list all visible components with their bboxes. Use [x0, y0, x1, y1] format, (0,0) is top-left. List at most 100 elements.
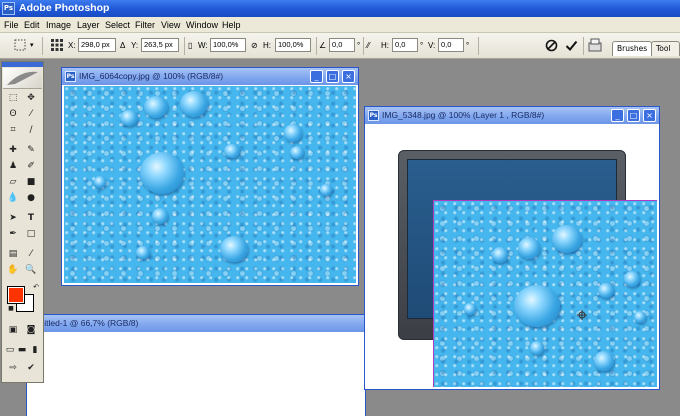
height-scale-field[interactable]: 100,0%: [275, 38, 311, 52]
hand-tool-icon[interactable]: ✋: [6, 264, 20, 277]
shape-tool-icon[interactable]: □: [24, 228, 38, 241]
canvas-image-water-drops[interactable]: [64, 86, 356, 283]
separator: [42, 37, 43, 55]
jump-to-imageready-icon[interactable]: ⇨: [6, 362, 20, 375]
menu-edit[interactable]: Edit: [24, 17, 40, 33]
doc-title-bar[interactable]: Untitled-1 @ 66,7% (RGB/8): [27, 315, 365, 332]
notes-tool-icon[interactable]: ▤: [6, 248, 20, 261]
document-window-img5348: Ps IMG_5348.jpg @ 100% (Layer 1 , RGB/8#…: [364, 106, 660, 390]
water-drop: [530, 341, 544, 355]
gradient-tool-icon[interactable]: ■: [24, 176, 38, 189]
marquee-tool-icon[interactable]: ⬚: [6, 92, 20, 105]
maximize-button[interactable]: □: [326, 70, 339, 83]
water-drop: [464, 303, 476, 315]
degree-symbol: °: [420, 41, 424, 50]
brush-tool-icon[interactable]: ✎: [24, 144, 38, 157]
blur-tool-icon[interactable]: 💧: [6, 192, 20, 205]
doc-title-bar[interactable]: Ps IMG_6064copy.jpg @ 100% (RGB/8#) _ □ …: [62, 68, 358, 85]
skew-icon: ⁄⁄: [367, 41, 370, 50]
width-scale-field[interactable]: 100,0%: [210, 38, 246, 52]
blank-canvas[interactable]: [29, 333, 363, 416]
vertical-skew-field[interactable]: 0,0: [438, 38, 464, 52]
healing-brush-tool-icon[interactable]: ✚: [6, 144, 20, 157]
options-bar: ▾ X: 298,0 px Δ Y: 263,5 px ▯ W: 100,0% …: [0, 33, 680, 59]
degree-symbol: °: [357, 41, 361, 50]
type-tool-icon[interactable]: T: [24, 212, 38, 225]
pen-tool-icon[interactable]: ✒: [6, 228, 20, 241]
water-drop: [598, 283, 614, 298]
water-drop: [518, 237, 540, 259]
minimize-button[interactable]: _: [310, 70, 323, 83]
imageready-icon[interactable]: ✔: [24, 362, 38, 375]
close-button[interactable]: ×: [342, 70, 355, 83]
w-label: W:: [198, 41, 208, 50]
menu-bar: File Edit Image Layer Select Filter View…: [0, 17, 680, 33]
water-drop: [624, 271, 640, 287]
separator: [184, 37, 185, 55]
maximize-button[interactable]: □: [627, 109, 640, 122]
screen-mode-full-menu-icon[interactable]: ▬: [16, 344, 28, 357]
photoshop-logo-icon: Ps: [2, 2, 15, 15]
dodge-tool-icon[interactable]: ●: [24, 192, 38, 205]
menu-window[interactable]: Window: [186, 17, 218, 33]
menu-image[interactable]: Image: [46, 17, 71, 33]
reference-point-icon[interactable]: [51, 39, 63, 51]
menu-layer[interactable]: Layer: [77, 17, 100, 33]
preset-dropdown-arrow[interactable]: ▾: [30, 41, 34, 49]
quick-mask-mode-icon[interactable]: ◙: [24, 324, 38, 337]
lasso-tool-icon[interactable]: ʘ: [6, 108, 20, 121]
water-drop: [224, 144, 240, 158]
separator: [478, 37, 479, 55]
crop-tool-icon[interactable]: ⌗: [6, 124, 20, 137]
separator: [316, 37, 317, 55]
toolbox-grip[interactable]: [2, 62, 43, 67]
link-icon[interactable]: ⊘: [251, 41, 258, 50]
rotate-angle-field[interactable]: 0,0: [329, 38, 355, 52]
standard-mode-icon[interactable]: ▣: [6, 324, 20, 337]
zoom-tool-icon[interactable]: 🔍: [24, 264, 38, 277]
width-scale-icon: ▯: [188, 41, 193, 50]
cancel-transform-icon[interactable]: [545, 39, 558, 52]
menu-filter[interactable]: Filter: [135, 17, 155, 33]
magic-wand-tool-icon[interactable]: ⁄: [24, 108, 38, 121]
water-drop: [290, 146, 304, 159]
water-drop: [514, 285, 560, 327]
menu-select[interactable]: Select: [105, 17, 130, 33]
doc-title-bar[interactable]: Ps IMG_5348.jpg @ 100% (Layer 1 , RGB/8#…: [365, 107, 659, 124]
eraser-tool-icon[interactable]: ▱: [6, 176, 20, 189]
palette-well-icon[interactable]: [588, 37, 602, 53]
horizontal-skew-field[interactable]: 0,0: [392, 38, 418, 52]
slice-tool-icon[interactable]: ∕: [24, 124, 38, 137]
menu-view[interactable]: View: [161, 17, 180, 33]
water-drop: [120, 110, 138, 126]
foreground-color-swatch[interactable]: [7, 286, 25, 304]
move-tool-icon[interactable]: ✥: [24, 92, 38, 105]
menu-file[interactable]: File: [4, 17, 19, 33]
screen-mode-standard-icon[interactable]: ▭: [4, 344, 16, 357]
toolbox: ⬚ ✥ ʘ ⁄ ⌗ ∕ ✚ ✎ ♟ ✐ ▱ ■ 💧 ● ➤ T ✒ □ ▤ ⁄ …: [1, 61, 44, 383]
y-position-field[interactable]: 263,5 px: [141, 38, 179, 52]
swap-colors-icon[interactable]: ↶: [29, 281, 43, 294]
tab-brushes[interactable]: Brushes: [612, 41, 653, 56]
history-brush-tool-icon[interactable]: ✐: [24, 160, 38, 173]
commit-transform-icon[interactable]: [565, 39, 578, 52]
document-window-untitled: Untitled-1 @ 66,7% (RGB/8): [26, 314, 366, 416]
water-drop: [136, 246, 150, 259]
screen-mode-full-icon[interactable]: ▮: [29, 344, 41, 357]
canvas-area[interactable]: [367, 125, 657, 387]
minimize-button[interactable]: _: [611, 109, 624, 122]
transform-center-point-icon[interactable]: [577, 310, 587, 320]
move-tool-preset-icon[interactable]: [14, 39, 26, 51]
tab-tool-presets[interactable]: Tool P: [651, 41, 680, 56]
document-icon: Ps: [65, 71, 76, 82]
water-drop: [284, 124, 302, 142]
photoshop-feather-icon[interactable]: [3, 68, 42, 89]
menu-help[interactable]: Help: [222, 17, 241, 33]
close-button[interactable]: ×: [643, 109, 656, 122]
eyedropper-tool-icon[interactable]: ⁄: [24, 248, 38, 261]
path-selection-tool-icon[interactable]: ➤: [6, 212, 20, 225]
pasted-layer-water-drops[interactable]: [433, 200, 657, 387]
clone-stamp-tool-icon[interactable]: ♟: [6, 160, 20, 173]
rotate-angle-icon: ∠: [319, 41, 327, 50]
x-position-field[interactable]: 298,0 px: [78, 38, 116, 52]
